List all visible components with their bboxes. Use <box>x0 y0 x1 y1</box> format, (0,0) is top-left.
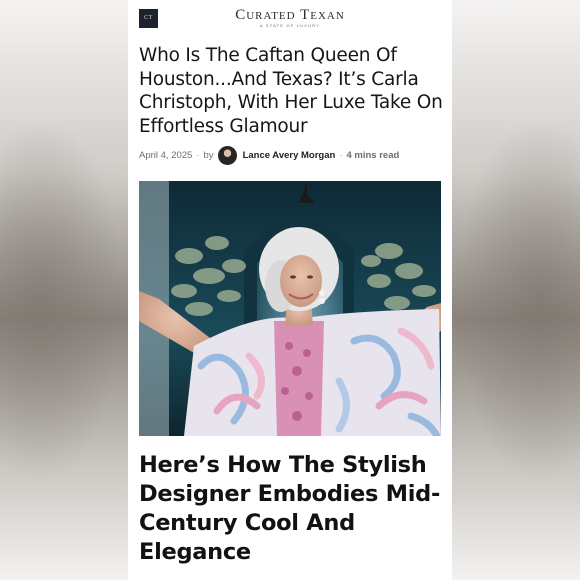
publish-date: April 4, 2025 <box>139 149 193 161</box>
meta-separator: · <box>196 149 200 161</box>
meta-separator: · <box>339 149 343 161</box>
hero-image[interactable] <box>139 181 441 436</box>
hero-photo-illustration <box>139 181 441 436</box>
article-title: Who Is The Caftan Queen Of Houston...And… <box>139 45 443 137</box>
by-label: by <box>203 149 214 161</box>
author-link[interactable]: Lance Avery Morgan <box>243 150 336 161</box>
site-brand[interactable]: Curated Texan A STATE OF LUXURY <box>228 7 352 28</box>
read-time: 4 mins read <box>346 149 400 161</box>
brand-name: Curated Texan <box>235 7 345 23</box>
logo-mark-icon[interactable]: CT <box>139 9 158 28</box>
article-subtitle: Here’s How The Stylish Designer Embodies… <box>139 452 440 565</box>
brand-tagline: A STATE OF LUXURY <box>259 23 321 28</box>
author-avatar[interactable] <box>217 145 237 165</box>
article-card: CT Curated Texan A STATE OF LUXURY Who I… <box>128 0 452 580</box>
site-header: CT Curated Texan A STATE OF LUXURY <box>128 0 452 36</box>
article-meta: April 4, 2025 · by Lance Avery Morgan · … <box>139 144 444 166</box>
